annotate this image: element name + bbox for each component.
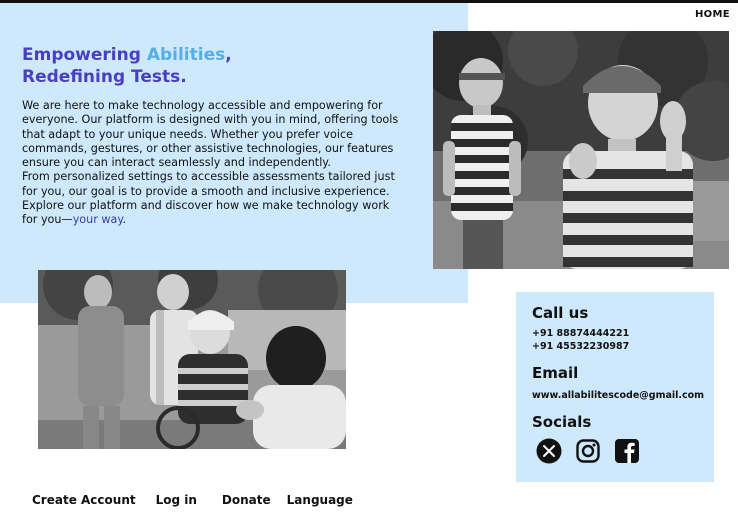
social-links (536, 438, 640, 464)
hero-title: Empowering Abilities, Redefining Tests. (22, 44, 442, 88)
kids-photo (433, 31, 729, 269)
contact-card: Call us +91 88874444221 +91 45532230987 … (516, 292, 714, 482)
email-heading: Email (532, 364, 579, 382)
home-link[interactable]: HOME (695, 9, 730, 20)
donate-link[interactable]: Donate (222, 493, 271, 507)
seniors-photo (38, 270, 346, 449)
instagram-icon[interactable] (575, 438, 601, 464)
hero-paragraph-2: From personalized settings to accessible… (22, 170, 402, 227)
hero-paragraph-1: We are here to make technology accessibl… (22, 99, 399, 170)
create-account-link[interactable]: Create Account (32, 493, 136, 507)
phone-number-1[interactable]: +91 88874444221 (532, 327, 629, 340)
socials-heading: Socials (532, 413, 592, 431)
hero-paragraph-2-end: . (122, 213, 126, 227)
hero-description: We are here to make technology accessibl… (22, 99, 402, 228)
language-link[interactable]: Language (287, 493, 353, 507)
facebook-icon[interactable] (614, 438, 640, 464)
page: HOME Empowering Abilities, Redefining Te… (0, 0, 738, 521)
phone-number-2[interactable]: +91 45532230987 (532, 340, 629, 353)
x-icon[interactable] (536, 438, 562, 464)
login-link[interactable]: Log in (156, 493, 197, 507)
footer-nav: Create Account Log in Donate Language (32, 493, 353, 507)
email-address[interactable]: www.allabilitescode@gmail.com (532, 389, 704, 402)
hero-title-part1: Empowering (22, 45, 147, 65)
hero-title-part2: , (225, 45, 232, 65)
call-us-heading: Call us (532, 304, 589, 322)
hero-title-accent: Abilities (146, 45, 226, 65)
hero-title-line2: Redefining Tests. (22, 67, 187, 87)
your-way-link[interactable]: your way (73, 213, 123, 226)
